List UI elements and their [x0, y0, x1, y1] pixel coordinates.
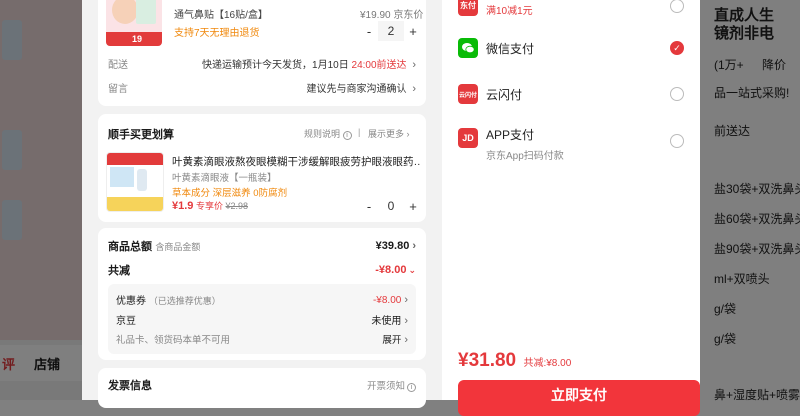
product-image-price-badge: 19	[106, 32, 162, 46]
chevron-right-icon: ›	[412, 83, 416, 95]
jd-pay-promo: 满10减1元	[486, 6, 533, 17]
checkout-modal: 19 通气鼻贴【16贴/盒】 ¥19.90 京东价 支持7天无理由退货 - 2 …	[82, 0, 700, 416]
note-label: 留言	[108, 84, 128, 95]
decrease-button[interactable]: -	[360, 199, 378, 214]
payment-total-amount: ¥31.80	[458, 350, 517, 371]
increase-button[interactable]: +	[404, 199, 422, 214]
return-policy: 支持7天无理由退货	[174, 28, 260, 39]
product-card: 19 通气鼻贴【16贴/盒】 ¥19.90 京东价 支持7天无理由退货 - 2 …	[98, 0, 426, 106]
rules-link[interactable]: 规则说明 i	[304, 127, 352, 140]
show-more-link[interactable]: 展示更多 ›	[368, 127, 410, 140]
gift-card-row[interactable]: 礼品卡、领货码本单不可用 展开 ›	[116, 332, 408, 346]
increase-button[interactable]: +	[404, 24, 422, 39]
addon-item-image[interactable]	[106, 152, 164, 212]
total-note: 含商品金额	[155, 242, 201, 252]
addon-item-tags: 草本成分 深层滋养 0防腐剂	[172, 188, 288, 199]
discount-value: -¥8.00	[375, 264, 407, 276]
note-value: 建议先与商家沟通确认	[306, 84, 407, 95]
info-icon: i	[342, 131, 352, 140]
jd-pay-icon: 东付	[458, 0, 478, 16]
discount-label: 共减	[108, 265, 130, 277]
gift-card-label: 礼品卡、领货码本单不可用	[116, 335, 231, 346]
pay-now-button[interactable]: 立即支付	[458, 380, 700, 416]
gift-card-value: 展开	[382, 335, 402, 346]
quantity-value[interactable]: 2	[378, 21, 404, 41]
addon-image-footer	[107, 197, 163, 211]
invoice-title: 发票信息	[108, 380, 152, 392]
payment-subtitle: 京东App扫码付款	[486, 151, 564, 162]
payment-name: APP支付	[486, 128, 535, 142]
addon-card: 顺手买更划算 规则说明 i | 展示更多 › 叶黄素滴眼液熬夜眼模糊干涉缓解眼疲…	[98, 114, 426, 222]
delivery-value: 快递运输预计今天发货，1月10日	[202, 60, 349, 71]
addon-item-spec: 叶黄素滴眼液【一瓶装】	[172, 173, 277, 184]
jd-bean-value: 未使用	[371, 316, 402, 327]
radio-checked-icon[interactable]: ✓	[670, 41, 684, 55]
wechat-pay-icon	[458, 38, 478, 58]
product-spec: 通气鼻贴【16贴/盒】	[174, 10, 268, 21]
total-value: ¥39.80	[375, 240, 410, 252]
addon-quantity-stepper: - 0 +	[360, 196, 422, 216]
delivery-row[interactable]: 配送 快递运输预计今天发货，1月10日 24:00前送达 ›	[108, 56, 416, 71]
addon-item-price: ¥1.9	[172, 200, 194, 212]
payment-name: 云闪付	[486, 87, 523, 102]
summary-card: 商品总额 含商品金额 ¥39.80 › 共减 -¥8.00 ⌄ 优惠券 （已选推荐优…	[98, 228, 426, 360]
jd-app-icon: JD	[458, 128, 478, 148]
payment-name: 微信支付	[486, 41, 535, 56]
quantity-stepper: - 2 +	[360, 21, 422, 41]
rules-label: 规则说明	[304, 129, 341, 139]
chevron-right-icon: ›	[412, 240, 416, 252]
product-price: ¥19.90 京东价	[360, 10, 424, 21]
addon-image-banner	[107, 153, 163, 165]
coupon-value: -¥8.00	[372, 294, 402, 306]
chevron-right-icon: ›	[404, 334, 408, 346]
product-image-face	[112, 0, 138, 24]
invoice-notice: 开票须知	[366, 381, 405, 392]
note-row[interactable]: 留言 建议先与商家沟通确认 ›	[108, 80, 416, 95]
addon-item-title[interactable]: 叶黄素滴眼液熬夜眼模糊干涉缓解眼疲劳护眼液眼药…	[172, 154, 420, 169]
payment-panel: 东付 满10减1元 微信支付 ✓ 云闪付 云闪付 JD APP支付 京东App扫…	[442, 0, 700, 416]
chevron-down-icon: ⌄	[408, 265, 416, 275]
chevron-right-icon: ›	[412, 59, 416, 71]
discount-details: 优惠券 （已选推荐优惠） -¥8.00 › 京豆 未使用 › 礼品卡、领货码本单不可…	[108, 284, 416, 354]
decrease-button[interactable]: -	[360, 24, 378, 39]
wechat-bubble-icon	[462, 43, 475, 54]
coupon-label: 优惠券	[116, 296, 146, 307]
total-row[interactable]: 商品总额 含商品金额 ¥39.80 ›	[108, 238, 416, 254]
discount-row[interactable]: 共减 -¥8.00 ⌄	[108, 262, 416, 278]
delivery-label: 配送	[108, 60, 128, 71]
addon-original-price: ¥2.98	[225, 201, 248, 211]
addon-image-bottle	[137, 169, 147, 191]
divider: |	[358, 127, 361, 137]
product-image[interactable]: 19	[106, 0, 162, 46]
chevron-right-icon: ›	[406, 129, 410, 139]
delivery-deadline: 24:00前送达	[351, 60, 407, 71]
chevron-right-icon: ›	[404, 315, 408, 327]
payment-option-jd-pay[interactable]: 东付 满10减1元	[458, 0, 684, 17]
payment-option-wechat[interactable]: 微信支付 ✓	[458, 38, 684, 58]
show-more-label: 展示更多	[368, 129, 405, 139]
coupon-row[interactable]: 优惠券 （已选推荐优惠） -¥8.00 ›	[116, 292, 408, 308]
invoice-card: 发票信息 开票须知 i	[98, 368, 426, 408]
total-label: 商品总额	[108, 241, 152, 253]
jd-bean-label: 京豆	[116, 316, 136, 327]
payment-total-discount: 共减:¥8.00	[523, 358, 572, 369]
addon-price-tag: 专享价	[195, 201, 223, 211]
radio-button[interactable]	[670, 134, 684, 148]
coupon-note: （已选推荐优惠）	[148, 296, 221, 306]
jd-bean-row[interactable]: 京豆 未使用 ›	[116, 312, 408, 327]
addon-title: 顺手买更划算	[108, 129, 174, 141]
product-image-box	[136, 0, 156, 24]
radio-button[interactable]	[670, 87, 684, 101]
payment-total: ¥31.80 共减:¥8.00	[458, 350, 571, 372]
payment-option-app[interactable]: JD APP支付 京东App扫码付款	[458, 126, 684, 162]
radio-button[interactable]	[670, 0, 684, 13]
addon-image-box	[110, 167, 134, 187]
addon-quantity-value[interactable]: 0	[378, 196, 404, 216]
unionpay-quickpass-icon: 云闪付	[458, 84, 478, 104]
invoice-row[interactable]: 发票信息 开票须知 i	[108, 377, 416, 393]
chevron-right-icon: ›	[404, 293, 408, 306]
addon-item-price-line: ¥1.9 专享价 ¥2.98	[172, 199, 248, 212]
payment-option-unionpay[interactable]: 云闪付 云闪付	[458, 84, 684, 104]
info-icon: i	[407, 383, 416, 392]
